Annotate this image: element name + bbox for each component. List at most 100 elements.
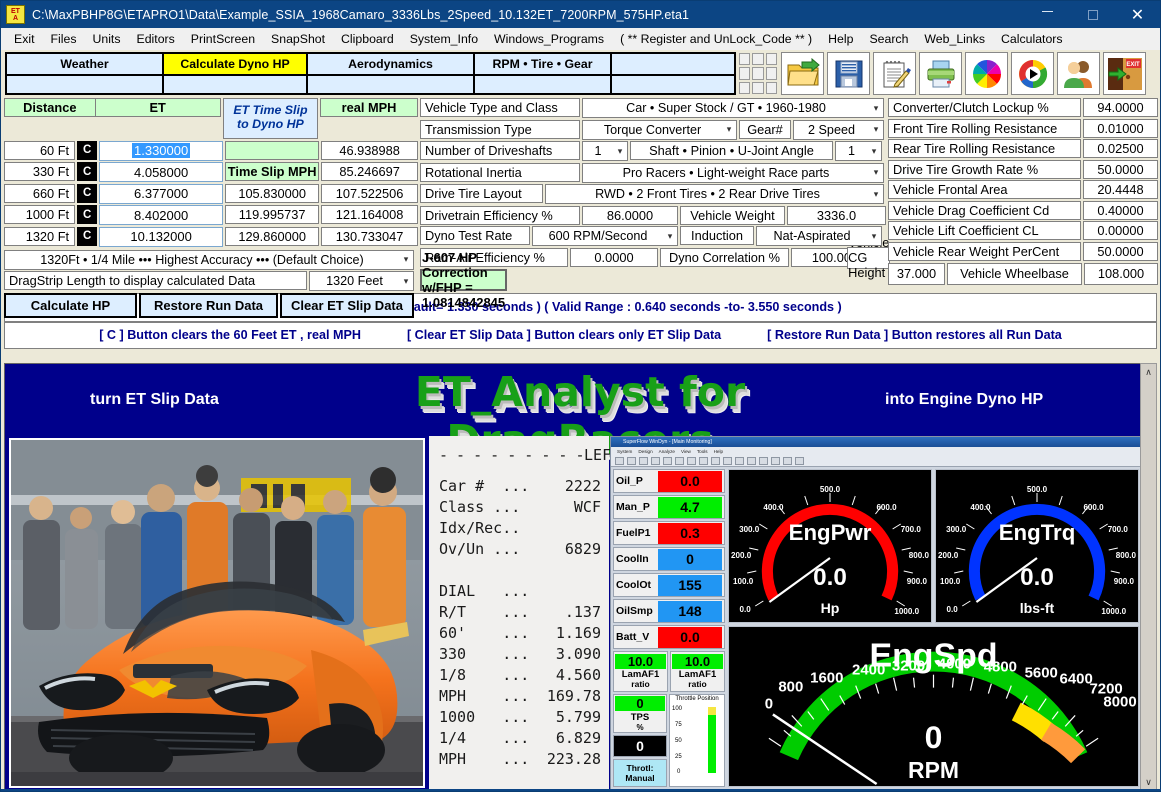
menu-item-help[interactable]: Help [820,31,861,47]
users-icon[interactable] [1057,52,1100,95]
clear-1000ft-button[interactable]: C [77,205,98,224]
dyno-tool-icon[interactable] [663,456,672,465]
color-wheel-icon[interactable] [965,52,1008,95]
dyno-tool-icon[interactable] [651,456,660,465]
dyno-tool-icon[interactable] [711,456,720,465]
dyno-menu-view[interactable]: View [681,449,691,454]
menu-item-files[interactable]: Files [43,31,85,47]
menu-item-windows-programs[interactable]: Windows_Programs [486,31,612,47]
slip-mph-1000ft[interactable]: 119.995737 [225,205,320,224]
spec-value-2[interactable]: 0.02500 [1083,139,1158,158]
tab-blank-3[interactable] [308,73,475,93]
tab-blank[interactable] [612,54,734,74]
dyno-tool-icon[interactable] [639,456,648,465]
spec-value-4[interactable]: 20.4448 [1083,180,1158,199]
clear-1320ft-button[interactable]: C [77,226,98,246]
tab-blank-2[interactable] [164,73,308,93]
dyno-tool-icon[interactable] [795,456,804,465]
tab-weather[interactable]: Weather [7,54,164,74]
tab-rpm-tire-gear[interactable]: RPM • Tire • Gear [475,54,612,74]
spec-value-3[interactable]: 50.0000 [1083,159,1158,179]
menu-item-exit[interactable]: Exit [6,31,43,47]
menu-item-editors[interactable]: Editors [129,31,183,47]
open-folder-icon[interactable] [781,52,824,95]
vehicle-type-select[interactable]: Car • Super Stock / GT • 1960-1980 ▾ [582,98,884,118]
menu-item-calculators[interactable]: Calculators [993,31,1071,47]
menu-item-units[interactable]: Units [84,31,128,47]
shaft-angle-select[interactable]: 1 ▾ [835,141,882,161]
save-disk-icon[interactable] [827,52,870,95]
dyno-tool-icon[interactable] [735,456,744,465]
dyno-tool-icon[interactable] [687,456,696,465]
throttle-mode-badge[interactable]: Throtl: Manual [613,759,667,787]
tab-aerodynamics[interactable]: Aerodynamics [308,54,475,74]
tab-blank-5[interactable] [612,73,734,93]
dyno-tool-icon[interactable] [747,456,756,465]
spec-value-7[interactable]: 50.0000 [1083,241,1158,261]
dyno-tool-icon[interactable] [771,456,780,465]
dyno-menu-design[interactable]: Design [638,449,652,454]
dragstrip-length-select[interactable]: 1320 Feet ▾ [309,271,414,291]
drive-tire-layout-select[interactable]: RWD • 2 Front Tires • 2 Rear Drive Tires… [545,184,884,204]
play-button-icon[interactable] [1011,52,1054,95]
menu-item-register-unlock[interactable]: ( ** Register and UnLock_Code ** ) [612,31,820,47]
et-input-1320ft[interactable]: 10.132000 [99,226,224,247]
tab-blank-4[interactable] [475,73,612,93]
menu-item-printscreen[interactable]: PrintScreen [183,31,263,47]
dyno-menu-help[interactable]: Help [714,449,723,454]
spec-value-5[interactable]: 0.40000 [1083,200,1158,220]
vehicle-weight-input[interactable]: 3336.0 [787,205,886,225]
ram-air-efficiency-input[interactable]: 0.0000 [570,247,658,267]
dyno-test-rate-select[interactable]: 600 RPM/Second ▾ [532,226,678,246]
spec-value-1[interactable]: 0.01000 [1083,118,1158,138]
menu-item-system-info[interactable]: System_Info [402,31,486,47]
clear-et-slip-data-button[interactable]: Clear ET Slip Data [280,293,414,318]
accuracy-select[interactable]: 1320Ft • 1/4 Mile ••• Highest Accuracy •… [4,249,414,270]
dyno-tool-icon[interactable] [783,456,792,465]
dyno-menu-analyze[interactable]: Analyze [659,449,675,454]
clear-660ft-button[interactable]: C [77,183,98,203]
vehicle-cg-height-input[interactable]: 37.000 [888,262,945,285]
restore-run-data-button[interactable]: Restore Run Data [139,293,278,318]
spec-value-0[interactable]: 94.0000 [1083,98,1158,117]
clear-330ft-button[interactable]: C [77,162,98,181]
et-input-660ft[interactable]: 6.377000 [99,183,224,204]
tab-calculate-dyno-hp[interactable]: Calculate Dyno HP [164,54,308,74]
dyno-tool-icon[interactable] [699,456,708,465]
vertical-scrollbar[interactable]: ∧ ∨ [1140,363,1157,791]
calculate-hp-button[interactable]: Calculate HP [4,293,137,318]
drivetrain-efficiency-input[interactable]: 86.0000 [582,205,678,225]
vehicle-wheelbase-input[interactable]: 108.000 [1084,262,1158,285]
close-button[interactable]: ✕ [1115,1,1160,28]
driveshafts-select[interactable]: 1 ▾ [582,141,628,161]
menu-item-clipboard[interactable]: Clipboard [333,31,402,47]
exit-door-icon[interactable]: EXIT [1103,52,1146,95]
dyno-menu-system[interactable]: System [617,449,632,454]
minimize-button[interactable] [1025,1,1070,28]
et-input-60ft[interactable]: 1.330000 [99,140,224,161]
dyno-tool-icon[interactable] [627,456,636,465]
menu-item-snapshot[interactable]: SnapShot [263,31,333,47]
grid-icon[interactable] [738,52,778,95]
dyno-tool-icon[interactable] [723,456,732,465]
slip-mph-1320ft[interactable]: 129.860000 [225,226,320,246]
scroll-up-arrow-icon[interactable]: ∧ [1141,364,1156,380]
maximize-button[interactable] [1070,1,1115,28]
spec-value-6[interactable]: 0.00000 [1083,221,1158,240]
scroll-down-arrow-icon[interactable]: ∨ [1141,774,1156,790]
gear-select[interactable]: 2 Speed ▾ [793,119,884,140]
notepad-pen-icon[interactable] [873,52,916,95]
induction-select[interactable]: Nat-Aspirated ▾ [756,226,882,246]
dyno-tool-icon[interactable] [615,456,624,465]
dyno-tool-icon[interactable] [675,456,684,465]
menu-item-search[interactable]: Search [861,31,916,47]
transmission-select[interactable]: Torque Converter ▾ [582,119,737,140]
clear-60ft-button[interactable]: C [77,140,98,160]
printer-icon[interactable] [919,52,962,95]
tab-blank-1[interactable] [7,73,164,93]
et-input-1000ft[interactable]: 8.402000 [99,205,224,225]
dyno-tool-icon[interactable] [759,456,768,465]
menu-item-web-links[interactable]: Web_Links [916,31,993,47]
rotational-inertia-select[interactable]: Pro Racers • Light-weight Race parts ▾ [582,162,884,183]
dyno-menu-tools[interactable]: Tools [697,449,708,454]
